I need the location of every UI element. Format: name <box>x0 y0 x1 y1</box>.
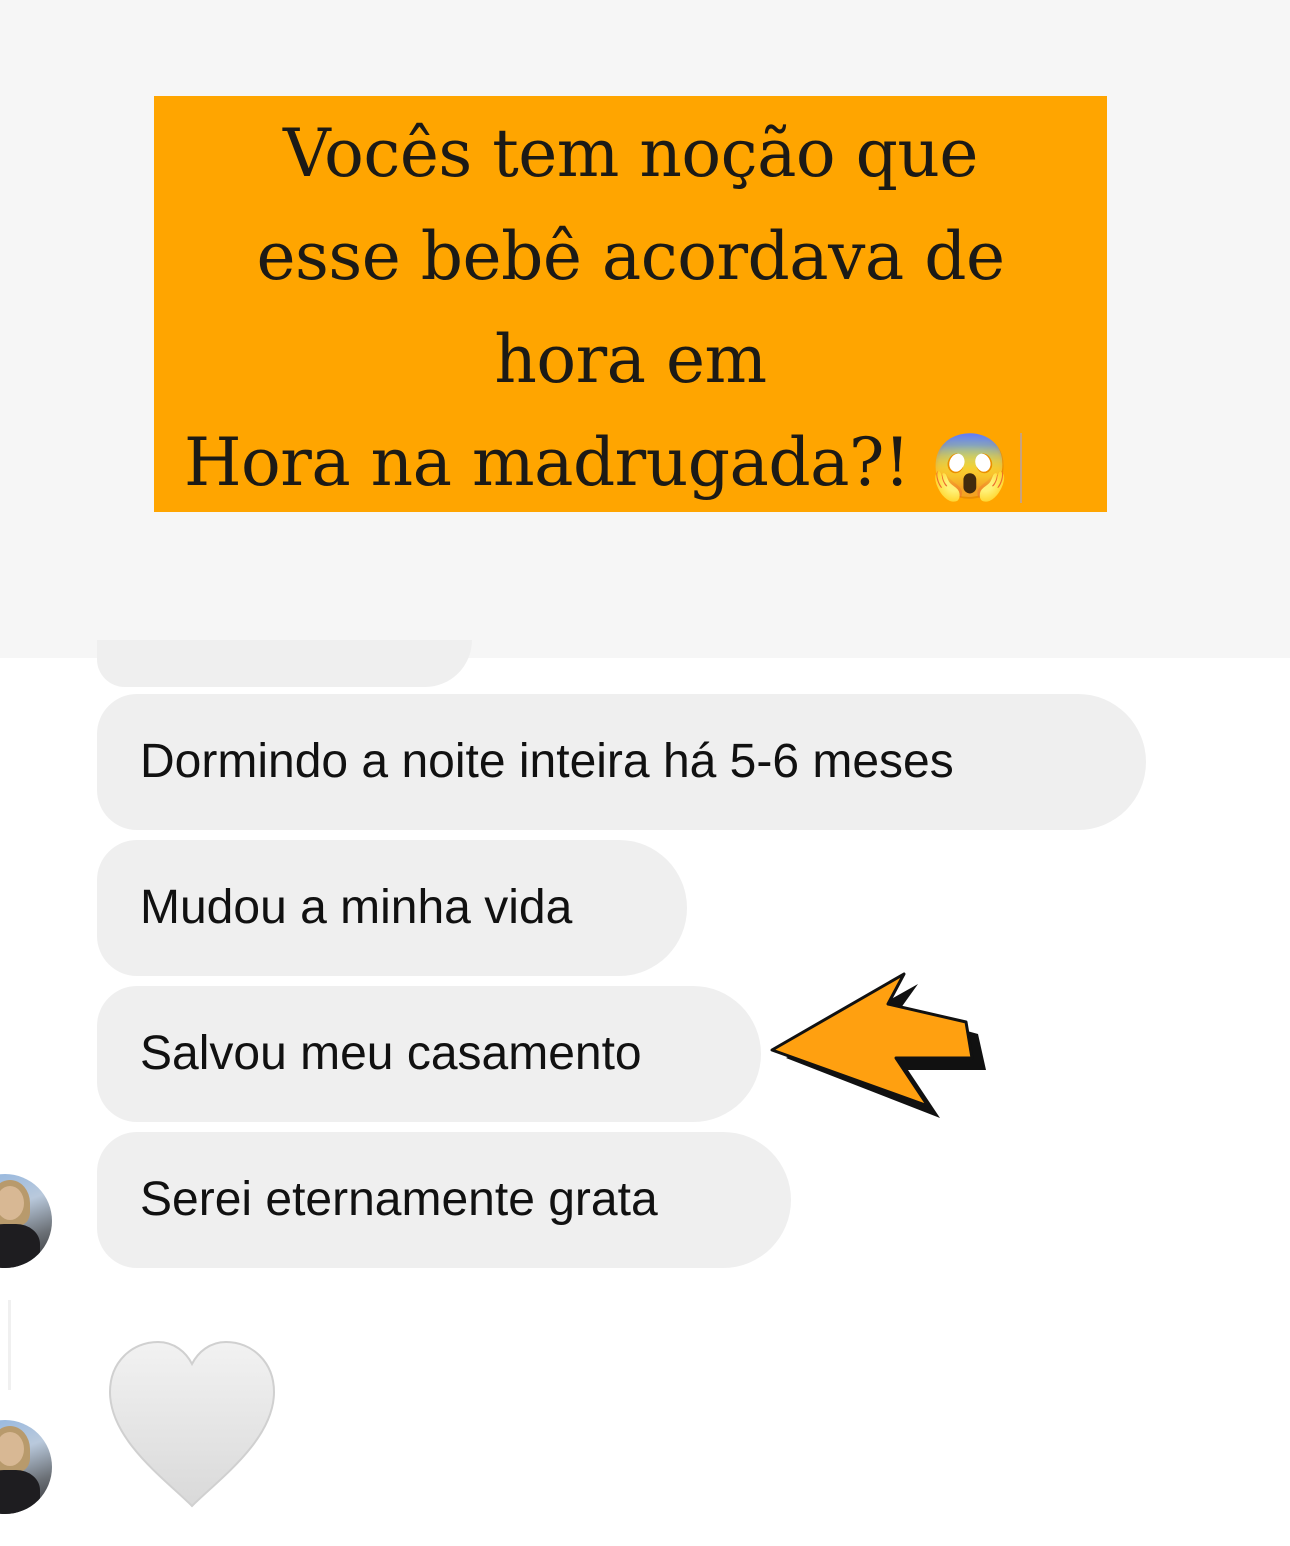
screaming-face-emoji-icon: 😱 <box>930 430 1010 505</box>
caption-line-4: Hora na madrugada?! 😱 <box>154 411 1107 520</box>
message-text: Salvou meu casamento <box>140 1027 642 1080</box>
message-text: Mudou a minha vida <box>140 881 573 934</box>
arrow-pointer-icon <box>770 972 986 1118</box>
message-text: Dormindo a noite inteira há 5-6 meses <box>140 735 954 788</box>
message-text: Serei eternamente grata <box>140 1173 658 1226</box>
avatar-body <box>0 1470 40 1514</box>
caption-box: Vocês tem noção que esse bebê acordava d… <box>154 96 1107 512</box>
avatar[interactable] <box>0 1420 52 1514</box>
caption-line-2: esse bebê acordava de <box>256 218 1005 295</box>
caption-line-3: hora em <box>494 321 767 398</box>
avatar[interactable] <box>0 1174 52 1268</box>
story-top-area: Vocês tem noção que esse bebê acordava d… <box>0 0 1290 658</box>
text-cursor <box>1019 433 1022 503</box>
message-bubble[interactable]: Salvou meu casamento <box>97 986 761 1122</box>
message-bubble[interactable]: Dormindo a noite inteira há 5-6 meses <box>97 694 1146 830</box>
divider <box>8 1300 11 1390</box>
message-bubble[interactable]: Serei eternamente grata <box>97 1132 791 1268</box>
caption-line-4-text: Hora na madrugada?! <box>184 424 910 501</box>
message-bubble[interactable]: Mudou a minha vida <box>97 840 687 976</box>
caption-line-1: Vocês tem noção que <box>283 115 978 192</box>
message-bubble-partial <box>97 640 472 687</box>
white-heart-icon[interactable] <box>106 1340 278 1510</box>
avatar-body <box>0 1224 40 1268</box>
